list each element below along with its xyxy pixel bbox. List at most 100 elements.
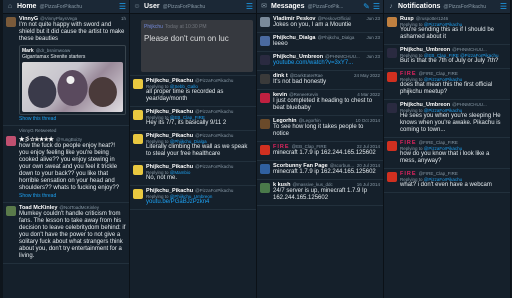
avatar[interactable] — [133, 110, 143, 120]
message-thread[interactable]: Phijkchu_Dialga @Phijkchu_Dialga Jun 23 lee… — [257, 33, 383, 52]
avatar[interactable] — [133, 189, 143, 199]
tweet-author[interactable]: ★彡✫✬✭✮★ — [19, 135, 54, 143]
show-thread-link[interactable]: Show this thread — [19, 193, 126, 199]
notification-handle[interactable]: @FIRE_Clap_FIRE — [419, 140, 507, 145]
mail-icon: ✉ — [261, 2, 267, 10]
tweet-text: Literally climbing the wall as we speak … — [146, 144, 248, 157]
notifications-column-header[interactable]: ♪ Notifications @PizzaForPikachu ☰ — [384, 0, 510, 14]
tweet-handle[interactable]: @PizzaForPikachu — [195, 164, 253, 169]
retweet-label: VinnyG Retweeted — [19, 128, 57, 133]
tweet-time[interactable]: 1h — [121, 16, 126, 21]
avatar[interactable] — [387, 141, 397, 151]
message-thread[interactable]: kevin @ReneeKevin 4 Mar 2022 I just complet… — [257, 90, 383, 116]
avatar[interactable] — [133, 134, 143, 144]
message-link[interactable]: youtube.com/watch?v=3xY7... — [273, 60, 353, 66]
notification[interactable]: Phijkchu_Umbreon @PHNMCHUU... Replying to … — [384, 45, 510, 69]
column-title: Messages — [271, 3, 305, 10]
messages-feed[interactable]: Vladimir Peskov @PeskovOfficial Jun 23 Joke… — [257, 14, 383, 298]
notification[interactable]: FIRE @FIRE_Clap_FIRE Replying to @PizzaFor… — [384, 169, 510, 193]
notification[interactable]: Phijkchu_Umbreon @PHNMCHUU... Replying to … — [384, 100, 510, 138]
user-feed[interactable]: Phijkchu Today at 10:30 PM Please don't c… — [130, 14, 256, 298]
notification[interactable]: Rusp @ruspotter1246 Replying to @PizzaForP… — [384, 14, 510, 45]
tweet[interactable]: Phijkchu_Pikachu @PizzaForPikachu Replyin… — [130, 131, 256, 162]
column-title: Home — [17, 3, 37, 10]
message-thread[interactable]: k kush @massive_kus_ddc 16 Jul 2014 24/7 se… — [257, 180, 383, 206]
screenshot-text: Please don't cum on luc — [144, 34, 229, 43]
message-thread[interactable]: Vladimir Peskov @PeskovOfficial Jun 23 Joke… — [257, 14, 383, 33]
message-time: 10 Oct 2014 — [355, 118, 380, 123]
avatar[interactable] — [260, 145, 270, 155]
messages-column-header[interactable]: ✉ Messages @PizzaForPik... ✎ ☰ — [257, 0, 383, 14]
avatar[interactable] — [387, 48, 397, 58]
tweet-handle[interactable]: @PizzaForPikachu — [195, 133, 253, 138]
user-column-header[interactable]: ☺ User @PizzaForPikachu ☰ — [130, 0, 256, 14]
message-thread[interactable]: dink t @DarkEaterRae 24 May 2022 It's not b… — [257, 71, 383, 90]
notification-text: But is that the 7th of July or July 7th? — [400, 58, 499, 64]
message-time: 20 Jul 2014 — [356, 163, 380, 168]
screenshot-author: Phijkchu — [144, 24, 163, 30]
show-thread-link[interactable]: Show this thread — [19, 116, 126, 122]
tweet[interactable]: Phijkchu_Pikachu @PizzaForPikachu Replyin… — [130, 186, 256, 210]
compose-message-icon[interactable]: ✎ — [363, 2, 370, 11]
avatar[interactable] — [260, 119, 270, 129]
column-account: @PizzaForPik... — [307, 3, 344, 10]
quote-image[interactable] — [22, 62, 123, 112]
tweet-handle[interactable]: @PizzaForPikachu — [195, 109, 253, 114]
tweet-handle[interactable]: @YungBoi3y — [56, 137, 126, 142]
tweet[interactable]: Toad McKinley @NotToadMcKinley Mumkey cou… — [3, 203, 129, 264]
notification-handle[interactable]: @PHNMCHUU... — [452, 102, 507, 107]
message-handle: @massive_kus_ddc — [292, 182, 333, 187]
messages-column: ✉ Messages @PizzaForPik... ✎ ☰ Vladimir … — [257, 0, 384, 298]
notification-handle[interactable]: @FIRE_Clap_FIRE — [419, 171, 507, 176]
tweet[interactable]: Phijkchu Today at 10:30 PM Please don't c… — [130, 14, 256, 76]
tweet-handle[interactable]: @VinnyPlaysVega — [40, 16, 119, 21]
column-settings-icon[interactable]: ☰ — [246, 2, 253, 11]
tweet[interactable]: Phijkchu_Pikachu @PizzaForPikachu Replyin… — [130, 162, 256, 186]
avatar[interactable] — [387, 172, 397, 182]
column-title: User — [144, 3, 160, 10]
home-column-header[interactable]: ⌂ Home @PizzaForPikachu ☰ — [3, 0, 129, 14]
avatar[interactable] — [260, 164, 270, 174]
avatar[interactable] — [133, 79, 143, 89]
tweet[interactable]: Phijkchu_Pikachu @PizzaForPikachu Replyin… — [130, 76, 256, 107]
notification-handle[interactable]: @PHNMCHUU... — [452, 47, 507, 52]
notification-handle[interactable]: @ruspotter1246 — [416, 16, 507, 21]
column-settings-icon[interactable]: ☰ — [373, 2, 380, 11]
tweet-link[interactable]: youtu.be/PGaBJzPzkn4 — [146, 199, 209, 205]
column-settings-icon[interactable]: ☰ — [500, 2, 507, 11]
avatar[interactable] — [6, 206, 16, 216]
discord-screenshot-image[interactable]: Phijkchu Today at 10:30 PM Please don't c… — [141, 20, 253, 72]
notification-handle[interactable]: @FIRE_Clap_FIRE — [419, 71, 507, 76]
tweet[interactable]: Phijkchu_Pikachu @PizzaForPikachu Replyin… — [130, 107, 256, 131]
tweet-handle[interactable]: @PizzaForPikachu — [195, 188, 253, 193]
notifications-column: ♪ Notifications @PizzaForPikachu ☰ Rusp @… — [384, 0, 511, 298]
notifications-feed[interactable]: Rusp @ruspotter1246 Replying to @PizzaForP… — [384, 14, 510, 298]
message-handle: @scorbun... — [329, 163, 355, 168]
notification[interactable]: FIRE @FIRE_Clap_FIRE Replying to @PizzaFor… — [384, 69, 510, 100]
avatar[interactable] — [260, 55, 270, 65]
avatar[interactable] — [6, 17, 16, 27]
notification[interactable]: FIRE @FIRE_Clap_FIRE Replying to @PizzaFor… — [384, 138, 510, 169]
message-thread[interactable]: Legorhin @Legorhin 10 Oct 2014 To see how l… — [257, 116, 383, 142]
tweet-handle[interactable]: @PizzaForPikachu — [195, 78, 253, 83]
avatar[interactable] — [260, 93, 270, 103]
message-thread[interactable]: FIRE @EB_Clap_FIRE 22 Jul 2014 minecraft 1.… — [257, 142, 383, 161]
avatar[interactable] — [387, 72, 397, 82]
tweet[interactable]: VinnyG Retweeted ★彡✫✬✭✮★ @YungBoi3y how t… — [3, 126, 129, 203]
message-thread[interactable]: Scorbunny Fan Page @scorbun... 20 Jul 2014… — [257, 161, 383, 180]
tweet-text: all proper time is recorded as year/day/… — [146, 89, 224, 102]
avatar[interactable] — [260, 36, 270, 46]
message-thread[interactable]: Phijkchu_Umbreon @PHNMCHUU... Jun 23 youtub… — [257, 52, 383, 71]
avatar[interactable] — [133, 165, 143, 175]
avatar[interactable] — [387, 103, 397, 113]
tweet[interactable]: VinnyG @VinnyPlaysVega 1h I'm not quite ha… — [3, 14, 129, 126]
column-settings-icon[interactable]: ☰ — [119, 2, 126, 11]
avatar[interactable] — [260, 17, 270, 27]
avatar[interactable] — [260, 183, 270, 193]
avatar[interactable] — [6, 136, 16, 146]
home-feed[interactable]: VinnyG @VinnyPlaysVega 1h I'm not quite ha… — [3, 14, 129, 298]
avatar[interactable] — [260, 74, 270, 84]
avatar[interactable] — [387, 17, 397, 27]
quoted-tweet[interactable]: Mark @dr_bsnimwoaw Gigantamax Sirenite st… — [19, 45, 126, 115]
tweet-handle[interactable]: @NotToadMcKinley — [59, 205, 126, 210]
